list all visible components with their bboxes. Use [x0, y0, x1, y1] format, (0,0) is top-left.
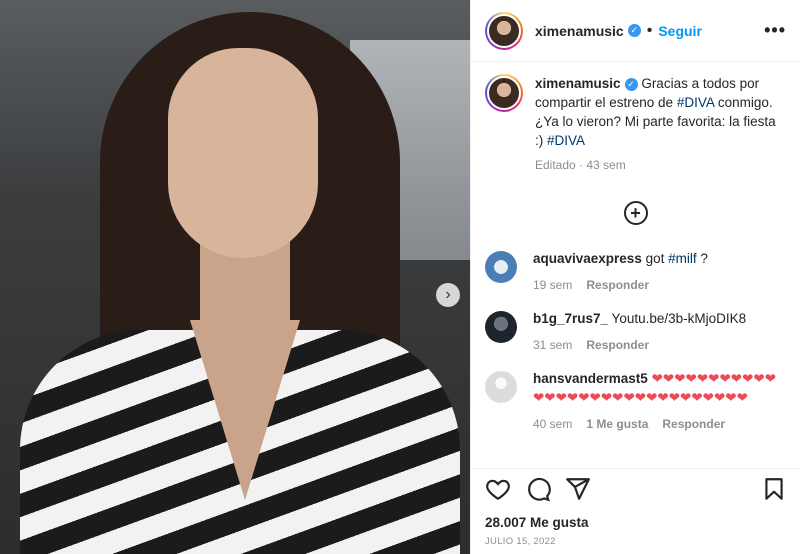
comment-item: aquavivaexpress got #milf ? 19 sem Respo…	[471, 249, 800, 295]
reply-button[interactable]: Responder	[662, 415, 725, 434]
reply-button[interactable]: Responder	[586, 336, 649, 355]
comment-time: 31 sem	[533, 338, 573, 352]
caption-hashtag-diva-2[interactable]: #DIVA	[547, 133, 585, 148]
comment-text: Youtu.be/3b-kMjoDIK8	[608, 311, 747, 326]
author-username[interactable]: ximenamusic	[535, 23, 624, 39]
reply-button[interactable]: Responder	[586, 276, 649, 295]
caption-meta: Editado · 43 sem	[535, 158, 626, 172]
comment-icon[interactable]	[525, 476, 551, 502]
comment-text: got	[641, 251, 669, 266]
comment-item: b1g_7rus7_ Youtu.be/3b-kMjoDIK8 31 sem R…	[471, 309, 800, 355]
caption-username[interactable]: ximenamusic	[535, 76, 621, 91]
comment-username[interactable]: b1g_7rus7_	[533, 311, 608, 326]
comment-item: hansvandermast5 ❤❤❤❤❤❤❤❤❤❤❤❤❤❤❤❤❤❤❤❤❤❤❤❤…	[471, 369, 800, 434]
post-photo[interactable]: ›	[0, 0, 470, 554]
comment-text-end: ?	[696, 251, 708, 266]
post-date[interactable]: JULIO 15, 2022	[485, 536, 556, 547]
photo-face	[168, 48, 318, 258]
comment-likes[interactable]: 1 Me gusta	[586, 415, 648, 434]
verified-badge-icon: ✓	[624, 77, 638, 91]
post-header: ximenamusic ✓ • Seguir •••	[471, 0, 800, 62]
separator-dot: •	[646, 21, 653, 39]
caption-avatar[interactable]	[485, 74, 523, 112]
caption-hashtag-diva[interactable]: #DIVA	[677, 95, 714, 110]
share-icon[interactable]	[565, 476, 591, 502]
more-options-icon[interactable]: •••	[764, 20, 786, 41]
comment-avatar[interactable]	[485, 311, 517, 343]
load-more-comments[interactable]: +	[471, 201, 800, 225]
comment-time: 40 sem	[533, 417, 573, 431]
post-caption: ximenamusic ✓ Gracias a todos por compart…	[471, 62, 800, 175]
carousel-next-button[interactable]: ›	[436, 283, 460, 307]
comment-username[interactable]: aquavivaexpress	[533, 251, 642, 266]
comment-avatar[interactable]	[485, 371, 517, 403]
post-sidebar: ximenamusic ✓ • Seguir ••• ximenamusic ✓ …	[470, 0, 800, 554]
plus-circle-icon[interactable]: +	[623, 201, 648, 225]
comment-hashtag[interactable]: #milf	[668, 251, 697, 266]
verified-badge-icon: ✓	[627, 24, 641, 37]
comment-username[interactable]: hansvandermast5	[533, 371, 648, 386]
comment-avatar[interactable]	[485, 251, 517, 283]
likes-count[interactable]: 28.007 Me gusta	[485, 515, 589, 530]
chevron-right-icon: ›	[445, 286, 451, 303]
follow-button[interactable]: Seguir	[658, 23, 702, 39]
heart-icon[interactable]	[485, 476, 511, 502]
bookmark-icon[interactable]	[761, 476, 787, 502]
author-avatar[interactable]	[485, 11, 523, 50]
comment-time: 19 sem	[533, 278, 573, 292]
post-actions	[471, 468, 800, 508]
